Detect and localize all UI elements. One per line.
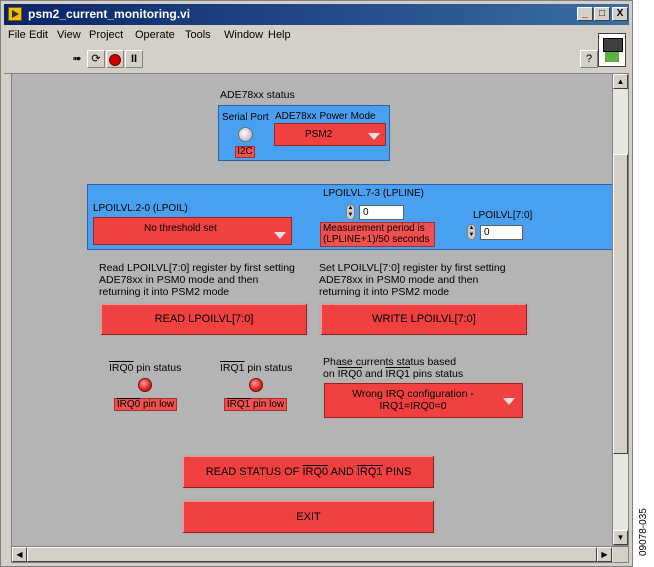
window-title: psm2_current_monitoring.vi [28, 7, 191, 21]
figure-id: 09078-035 [638, 508, 649, 556]
phase-currents-ring[interactable]: Wrong IRQ configuration - IRQ1=IRQ0=0 [324, 383, 523, 418]
horizontal-scrollbar[interactable]: ◀ ▶ [11, 546, 629, 563]
scroll-up-icon[interactable]: ▲ [613, 74, 628, 89]
power-mode-value: PSM2 [305, 129, 333, 140]
menu-file[interactable]: File [8, 29, 26, 41]
abort-icon[interactable] [106, 50, 124, 68]
lpline-label: LPOILVL.7-3 (LPLINE) [323, 188, 424, 199]
irq0-status-value: IRQ0 pin low [114, 398, 177, 411]
title-bar: psm2_current_monitoring.vi _ □ X [4, 4, 629, 25]
read-irq-status-button[interactable]: READ STATUS OF IRQ0 AND IRQ1 PINS [181, 454, 436, 490]
maximize-button[interactable]: □ [594, 7, 610, 21]
irq1-status-label: IRQ1 pin status [220, 362, 293, 374]
serial-port-label: Serial Port [222, 112, 269, 123]
close-button[interactable]: X [612, 7, 628, 21]
vertical-scroll-thumb[interactable] [613, 154, 628, 454]
lpoil-value: No threshold set [144, 223, 217, 234]
resize-grip[interactable] [613, 547, 628, 562]
write-lpoilvl-button[interactable]: WRITE LPOILVL[7:0] [319, 302, 529, 337]
menu-operate[interactable]: Operate [135, 29, 175, 41]
phase-currents-value: Wrong IRQ configuration - IRQ1=IRQ0=0 [352, 388, 474, 412]
menu-view[interactable]: View [57, 29, 81, 41]
pause-icon[interactable]: II [125, 50, 143, 68]
menu-window[interactable]: Window [224, 29, 263, 41]
read-lpoilvl-button[interactable]: READ LPOILVL[7:0] [99, 302, 309, 337]
lpoilvl-label: LPOILVL[7:0] [473, 210, 533, 221]
write-description: Set LPOILVL[7:0] register by first setti… [319, 262, 506, 298]
menu-tools[interactable]: Tools [185, 29, 211, 41]
toolbar: ➠ ⟳ II ? [4, 33, 629, 74]
lpoil-label: LPOILVL.2-0 (LPOIL) [93, 203, 188, 214]
scroll-left-icon[interactable]: ◀ [12, 547, 27, 562]
lpoil-panel: LPOILVL.2-0 (LPOIL) No threshold set LPO… [87, 184, 624, 250]
scroll-right-icon[interactable]: ▶ [597, 547, 612, 562]
chevron-down-icon [503, 398, 515, 405]
irq0-led [138, 378, 152, 392]
lpline-input[interactable]: 0 [359, 205, 404, 220]
run-continuously-icon[interactable]: ⟳ [87, 50, 105, 68]
scroll-down-icon[interactable]: ▼ [613, 530, 628, 545]
power-mode-ring[interactable]: PSM2 [274, 123, 386, 146]
lpoilvl-stepper[interactable]: ▲ ▼ [467, 224, 476, 240]
context-help-button[interactable]: ? [580, 50, 598, 68]
menu-project[interactable]: Project [89, 29, 123, 41]
menu-bar: File Edit View Project Operate Tools Win… [4, 27, 629, 45]
run-arrow-icon[interactable]: ➠ [68, 50, 86, 68]
status-panel: Serial Port I2C ADE78xx Power Mode PSM2 [218, 105, 390, 161]
power-mode-label: ADE78xx Power Mode [275, 111, 376, 122]
menu-edit[interactable]: Edit [29, 29, 48, 41]
front-panel: ADE78xx status Serial Port I2C ADE78xx P… [11, 73, 624, 548]
vi-connector-icon [598, 33, 626, 67]
exit-button[interactable]: EXIT [181, 499, 436, 535]
horizontal-scroll-thumb[interactable] [27, 547, 597, 562]
app-window: psm2_current_monitoring.vi _ □ X File Ed… [0, 0, 633, 567]
status-title: ADE78xx status [220, 89, 295, 101]
phase-currents-description: Phase currents status based on IRQ0 and I… [323, 356, 464, 380]
read-description: Read LPOILVL[7:0] register by first sett… [99, 262, 295, 298]
serial-port-value: I2C [235, 146, 255, 158]
labview-vi-icon [8, 7, 22, 21]
irq1-led [249, 378, 263, 392]
irq1-status-value: IRQ1 pin low [224, 398, 287, 411]
vertical-scrollbar[interactable]: ▲ ▼ [612, 73, 629, 546]
lpline-stepper[interactable]: ▲ ▼ [346, 204, 355, 220]
lpoilvl-input[interactable]: 0 [480, 225, 523, 240]
lpoil-ring[interactable]: No threshold set [93, 217, 292, 245]
irq0-status-label: IRQ0 pin status [109, 362, 182, 374]
menu-help[interactable]: Help [268, 29, 291, 41]
chevron-down-icon [368, 133, 380, 140]
measurement-period-note: Measurement period is (LPLINE+1)/50 secon… [320, 222, 435, 247]
minimize-button[interactable]: _ [577, 7, 593, 21]
serial-port-led [238, 127, 253, 142]
chevron-down-icon [274, 232, 286, 239]
